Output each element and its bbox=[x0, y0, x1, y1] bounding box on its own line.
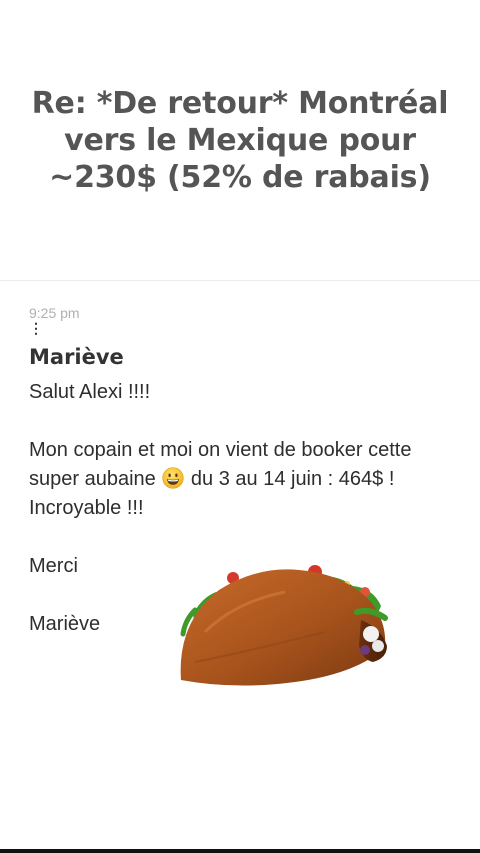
email-header: Re: *De retour* Montréal vers le Mexique… bbox=[0, 0, 480, 280]
more-options-icon[interactable]: ⋮ bbox=[29, 321, 43, 336]
booking-paragraph: Mon copain et moi on vient de booker cet… bbox=[29, 436, 459, 523]
message-time: 9:25 pm bbox=[29, 305, 80, 321]
sender-name: Mariève bbox=[29, 345, 124, 369]
taco-sticker bbox=[175, 562, 397, 690]
grinning-face-emoji-icon bbox=[162, 467, 184, 489]
greeting-line: Salut Alexi !!!! bbox=[29, 381, 151, 403]
bottom-edge bbox=[0, 849, 480, 853]
divider bbox=[0, 280, 480, 281]
email-subject: Re: *De retour* Montréal vers le Mexique… bbox=[31, 85, 449, 195]
